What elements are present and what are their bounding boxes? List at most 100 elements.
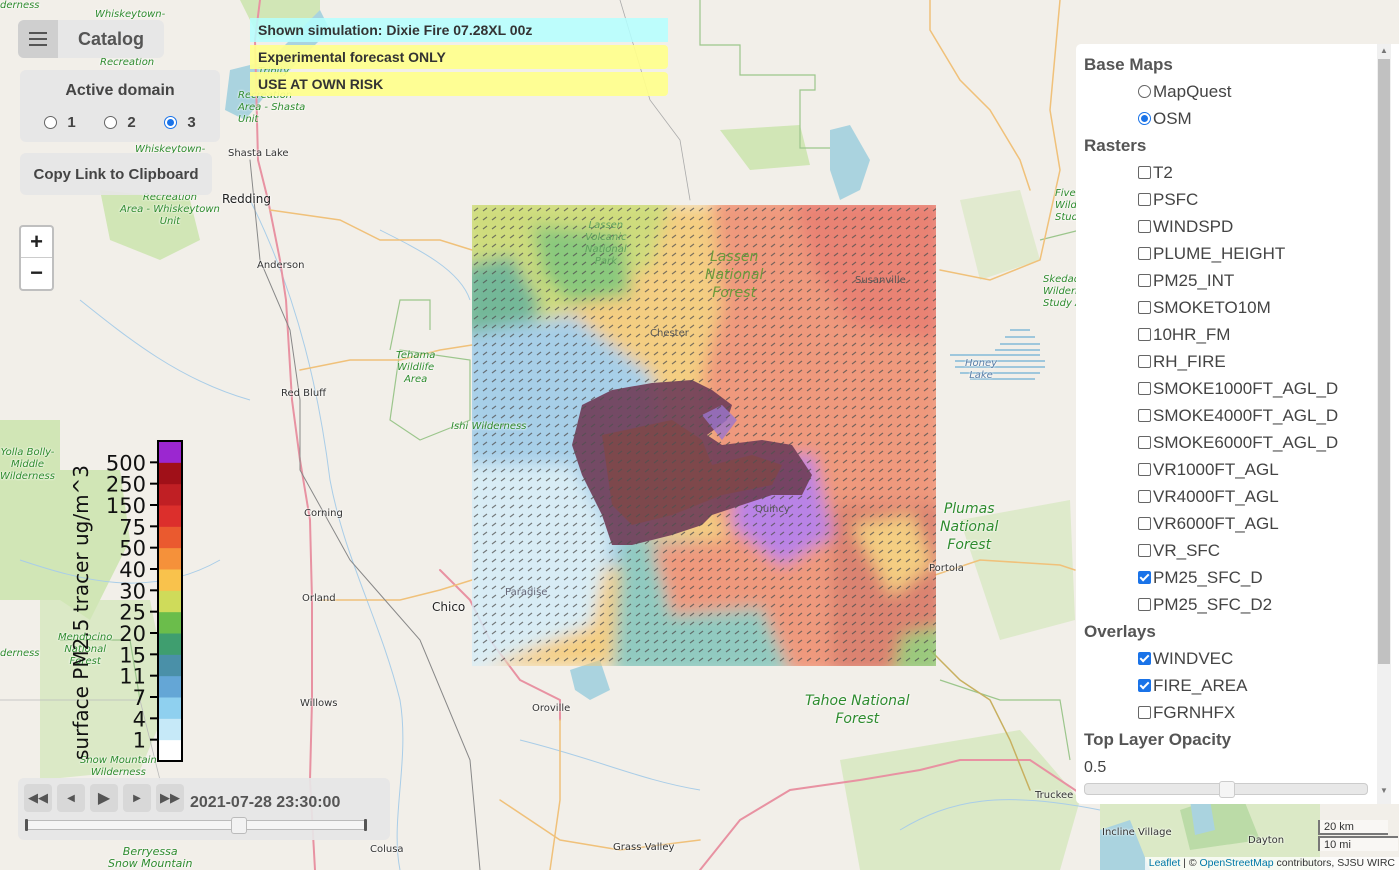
- raster-layer-smoketo10m[interactable]: SMOKETO10M: [1138, 294, 1399, 321]
- scroll-up-icon[interactable]: ▲: [1377, 44, 1391, 58]
- scroll-down-icon[interactable]: ▼: [1377, 784, 1391, 798]
- colorbar-tick-label: 40: [119, 558, 146, 582]
- raster-layer-checkbox[interactable]: [1138, 274, 1151, 287]
- overlay-layer-windvec[interactable]: WINDVEC: [1138, 645, 1399, 672]
- raster-layer-smoke1000ft-agl-d[interactable]: SMOKE1000FT_AGL_D: [1138, 375, 1399, 402]
- raster-layer-vr6000ft-agl[interactable]: VR6000FT_AGL: [1138, 510, 1399, 537]
- raster-layer-checkbox[interactable]: [1138, 436, 1151, 449]
- raster-layer-label: PSFC: [1153, 189, 1199, 209]
- raster-layer-10hr-fm[interactable]: 10HR_FM: [1138, 321, 1399, 348]
- copy-link-button[interactable]: Copy Link to Clipboard: [20, 153, 212, 195]
- previous-frame-button[interactable]: ◀: [57, 784, 85, 812]
- raster-layer-checkbox[interactable]: [1138, 193, 1151, 206]
- attribution-separator: | ©: [1180, 857, 1200, 869]
- place-label: Anderson: [257, 260, 305, 271]
- time-slider-thumb[interactable]: [231, 817, 248, 834]
- play-button[interactable]: ▶: [90, 784, 118, 812]
- basemap-radio[interactable]: [1138, 85, 1151, 98]
- domain-radio-3[interactable]: [164, 116, 178, 129]
- first-frame-button[interactable]: ◀◀: [24, 784, 52, 812]
- overlay-layer-checkbox[interactable]: [1138, 652, 1151, 665]
- raster-layer-label: PLUME_HEIGHT: [1153, 243, 1286, 263]
- raster-layer-checkbox[interactable]: [1138, 544, 1151, 557]
- raster-layer-checkbox[interactable]: [1138, 301, 1151, 314]
- raster-layer-checkbox[interactable]: [1138, 598, 1151, 611]
- raster-layer-vr1000ft-agl[interactable]: VR1000FT_AGL: [1138, 456, 1399, 483]
- catalog-label: Catalog: [78, 28, 145, 49]
- simulation-banner: Shown simulation: Dixie Fire 07.28XL 00z: [250, 18, 668, 42]
- last-frame-button[interactable]: ▶▶: [156, 784, 184, 812]
- overlay-layer-checkbox[interactable]: [1138, 706, 1151, 719]
- colorbar-swatch: [158, 462, 182, 485]
- raster-layer-checkbox[interactable]: [1138, 571, 1151, 584]
- opacity-heading: Top Layer Opacity: [1084, 730, 1232, 749]
- domain-radio-1[interactable]: [44, 116, 58, 129]
- colorbar-tick-label: 75: [119, 515, 146, 539]
- slider-start-marker[interactable]: [25, 819, 28, 831]
- leaflet-link[interactable]: Leaflet: [1149, 857, 1181, 869]
- opacity-slider-thumb[interactable]: [1219, 781, 1235, 798]
- raster-layer-label: SMOKE4000FT_AGL_D: [1153, 405, 1339, 425]
- catalog-button[interactable]: Catalog: [18, 20, 164, 58]
- raster-layer-pm25-sfc-d[interactable]: PM25_SFC_D: [1138, 564, 1399, 591]
- overlay-layer-fgrnhfx[interactable]: FGRNHFX: [1138, 699, 1399, 726]
- basemap-osm[interactable]: OSM: [1138, 105, 1399, 132]
- water-label: Honey Lake: [965, 358, 998, 381]
- place-label: Incline Village: [1102, 827, 1172, 838]
- scrollbar-thumb[interactable]: [1378, 59, 1390, 664]
- overlay-layer-checkbox[interactable]: [1138, 679, 1151, 692]
- fast-backward-icon: ◀◀: [28, 790, 48, 805]
- domain-radio-2[interactable]: [104, 116, 118, 129]
- raster-layer-checkbox[interactable]: [1138, 517, 1151, 530]
- overlay-layer-label: WINDVEC: [1153, 648, 1234, 668]
- colorbar-tick-label: 11: [119, 665, 146, 689]
- raster-layer-plume-height[interactable]: PLUME_HEIGHT: [1138, 240, 1399, 267]
- raster-layer-checkbox[interactable]: [1138, 166, 1151, 179]
- raster-layer-pm25-int[interactable]: PM25_INT: [1138, 267, 1399, 294]
- raster-layer-checkbox[interactable]: [1138, 490, 1151, 503]
- raster-layer-smoke4000ft-agl-d[interactable]: SMOKE4000FT_AGL_D: [1138, 402, 1399, 429]
- attribution-text: contributors, SJSU WIRC: [1273, 857, 1395, 869]
- colorbar-swatch: [158, 547, 182, 570]
- opacity-slider[interactable]: [1084, 781, 1368, 798]
- raster-layer-checkbox[interactable]: [1138, 382, 1151, 395]
- active-domain-panel: Active domain 1 2 3: [20, 70, 220, 142]
- zoom-out-button[interactable]: −: [21, 258, 52, 288]
- place-label: Oroville: [532, 703, 571, 714]
- raster-layer-checkbox[interactable]: [1138, 328, 1151, 341]
- overlay-layer-fire-area[interactable]: FIRE_AREA: [1138, 672, 1399, 699]
- raster-layer-vr-sfc[interactable]: VR_SFC: [1138, 537, 1399, 564]
- raster-layer-checkbox[interactable]: [1138, 220, 1151, 233]
- raster-layer-windspd[interactable]: WINDSPD: [1138, 213, 1399, 240]
- domain-option-3[interactable]: 3: [164, 114, 196, 131]
- raster-layer-t2[interactable]: T2: [1138, 159, 1399, 186]
- raster-layer-rh-fire[interactable]: RH_FIRE: [1138, 348, 1399, 375]
- raster-layer-checkbox[interactable]: [1138, 247, 1151, 260]
- raster-layer-psfc[interactable]: PSFC: [1138, 186, 1399, 213]
- colorbar-swatch: [158, 526, 182, 549]
- park-label: Plumas National Forest: [940, 501, 999, 553]
- raster-layer-label: VR_SFC: [1153, 540, 1221, 560]
- hamburger-icon[interactable]: [18, 20, 58, 58]
- domain-option-1[interactable]: 1: [44, 114, 76, 131]
- colorbar-swatch: [158, 569, 182, 591]
- osm-link[interactable]: OpenStreetMap: [1199, 857, 1273, 869]
- basemap-mapquest[interactable]: MapQuest: [1138, 78, 1399, 105]
- colorbar-tick-label: 1: [133, 729, 146, 753]
- raster-layer-checkbox[interactable]: [1138, 355, 1151, 368]
- slider-end-marker[interactable]: [364, 819, 367, 831]
- raster-layer-checkbox[interactable]: [1138, 463, 1151, 476]
- next-frame-button[interactable]: ▶: [123, 784, 151, 812]
- raster-layer-checkbox[interactable]: [1138, 409, 1151, 422]
- time-slider[interactable]: [25, 817, 367, 834]
- time-controls-panel: ◀◀ ◀ ▶ ▶ ▶▶ 2021-07-28 23:30:00: [18, 778, 390, 840]
- raster-layer-pm25-sfc-d2[interactable]: PM25_SFC_D2: [1138, 591, 1399, 618]
- raster-layer-smoke6000ft-agl-d[interactable]: SMOKE6000FT_AGL_D: [1138, 429, 1399, 456]
- raster-layer-vr4000ft-agl[interactable]: VR4000FT_AGL: [1138, 483, 1399, 510]
- overlays-heading: Overlays: [1084, 622, 1156, 641]
- domain-option-2[interactable]: 2: [104, 114, 136, 131]
- pm25-colorbar-legend: 1471115202530405075150250500 surface PM2…: [69, 440, 183, 762]
- zoom-in-button[interactable]: +: [21, 227, 52, 258]
- layers-scrollbar[interactable]: ▲ ▼: [1377, 44, 1391, 804]
- basemap-radio[interactable]: [1138, 112, 1151, 125]
